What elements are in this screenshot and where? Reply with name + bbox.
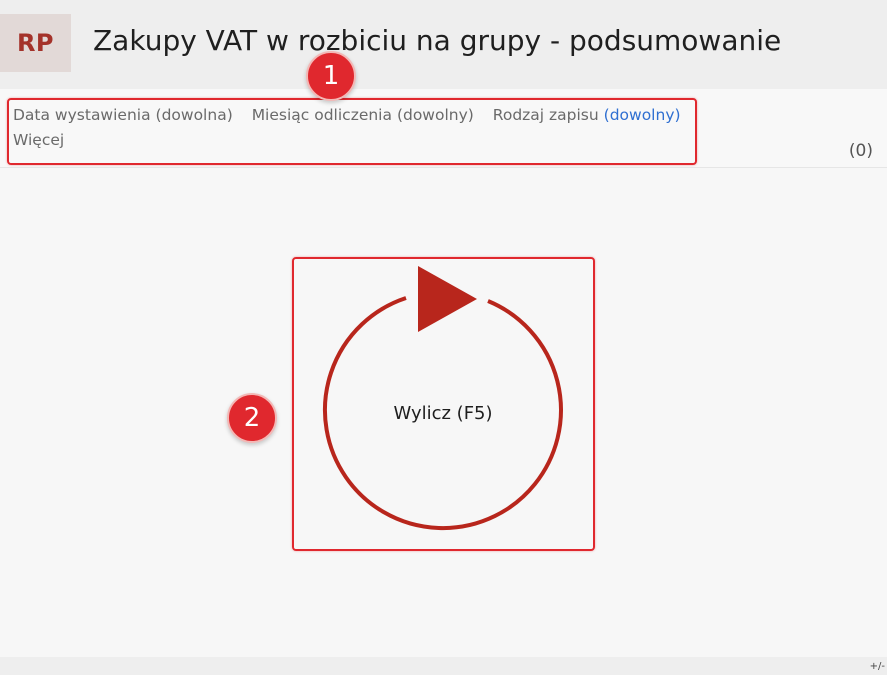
filter-deduction-month[interactable]: Miesiąc odliczenia (dowolny) [252, 106, 474, 124]
filter-deduction-month-value: (dowolny) [396, 106, 474, 124]
filter-deduction-month-label: Miesiąc odliczenia [251, 106, 392, 124]
footer-bar: +/- [0, 657, 887, 675]
annotation-badge-1: 1 [306, 51, 356, 101]
app-badge: RP [0, 14, 71, 72]
calculate-label: Wylicz (F5) [393, 403, 493, 424]
filter-date-issued-value: (dowolna) [155, 106, 233, 124]
filter-entry-type[interactable]: Rodzaj zapisu (dowolny) [493, 106, 681, 124]
filter-date-issued-label: Data wystawienia [13, 106, 151, 124]
filter-panel: Data wystawienia (dowolna) Miesiąc odlic… [0, 89, 887, 168]
page-title: Zakupy VAT w rozbiciu na grupy - podsumo… [93, 24, 782, 57]
filter-line: Data wystawienia (dowolna) Miesiąc odlic… [13, 106, 695, 124]
annotation-badge-2: 2 [227, 393, 277, 443]
calculate-button[interactable]: Wylicz (F5) [300, 262, 586, 544]
record-count: (0) [848, 141, 873, 161]
filter-entry-type-value[interactable]: (dowolny) [604, 106, 681, 124]
filter-date-issued[interactable]: Data wystawienia (dowolna) [13, 106, 233, 124]
more-filters-link[interactable]: Więcej [13, 131, 64, 149]
header: RP Zakupy VAT w rozbiciu na grupy - pods… [0, 0, 887, 90]
filter-entry-type-label: Rodzaj zapisu [492, 106, 599, 124]
expand-collapse-toggle[interactable]: +/- [870, 661, 885, 672]
